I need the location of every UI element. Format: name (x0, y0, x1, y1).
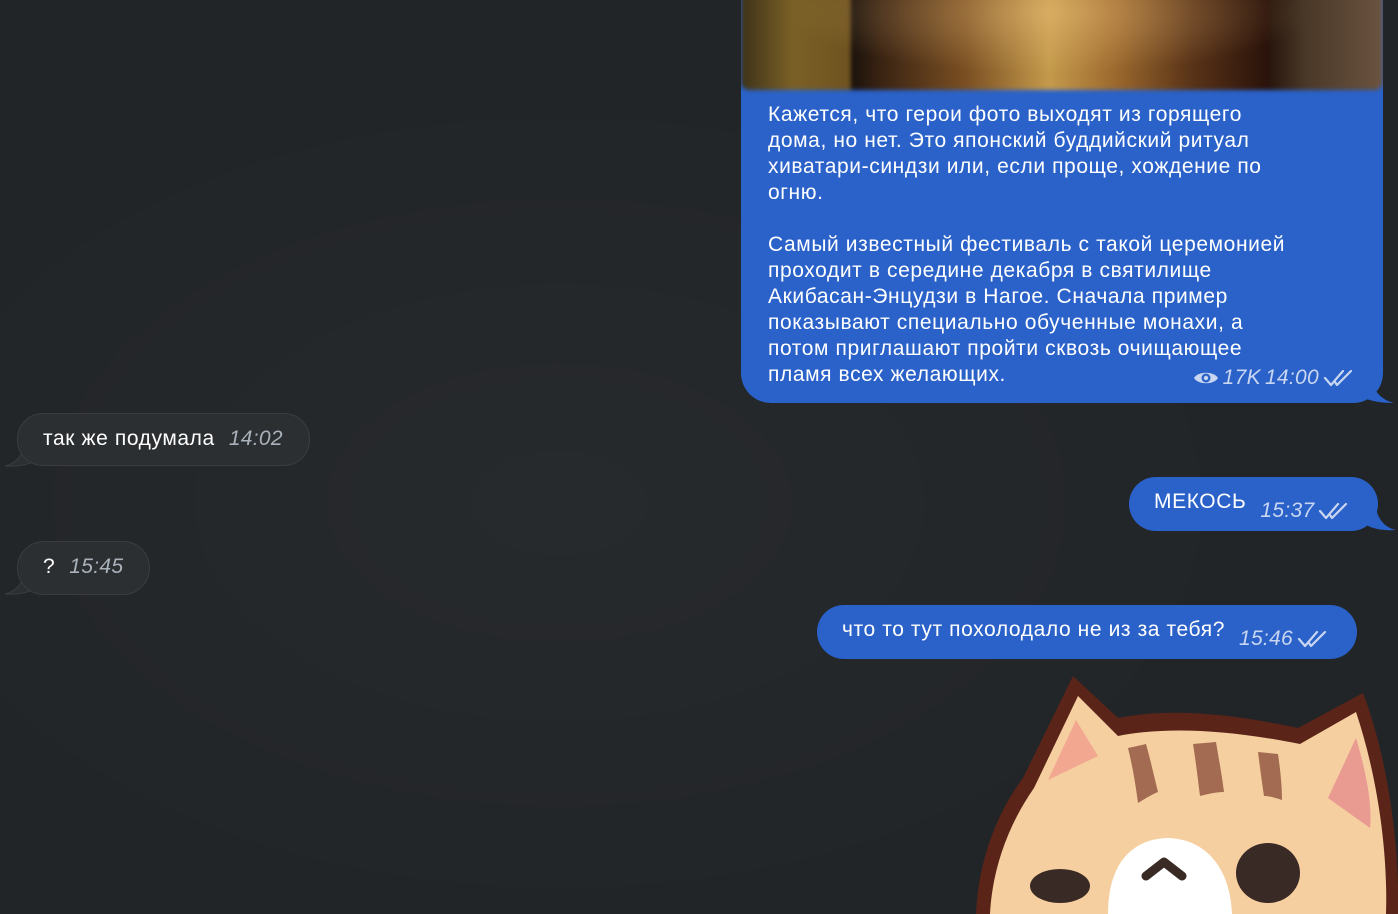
eye-icon (1193, 372, 1218, 384)
message-text: ? (43, 555, 56, 578)
message-outgoing[interactable]: что то тут похолодало не из за тебя? 15:… (817, 605, 1358, 659)
message-meta: 15:46 (1239, 619, 1329, 659)
cat-sticker[interactable] (968, 668, 1398, 914)
message-time: 15:45 (69, 555, 124, 578)
channel-post-bubble[interactable]: Кажется, что герои фото выходят из горящ… (741, 0, 1383, 403)
double-check-icon (1323, 369, 1353, 387)
post-views: 17K (1222, 366, 1261, 389)
message-outgoing[interactable]: МЕКОСЬ 15:37 (1129, 477, 1379, 531)
message-time: 15:46 (1238, 627, 1294, 650)
post-text: Кажется, что герои фото выходят из горящ… (768, 103, 1286, 386)
chat-area[interactable]: Кажется, что герои фото выходят из горящ… (0, 0, 1398, 914)
message-incoming[interactable]: ? 15:45 (17, 541, 151, 595)
message-text: что то тут похолодало не из за тебя? (842, 618, 1225, 641)
post-meta: 17K 14:00 (1193, 365, 1355, 391)
message-text: МЕКОСЬ (1154, 490, 1247, 513)
double-check-icon (1297, 630, 1327, 648)
message-incoming[interactable]: так же подумала 14:02 (17, 413, 310, 466)
message-time: 14:02 (228, 427, 283, 450)
message-meta: 15:37 (1260, 491, 1350, 531)
bubble-tail (1366, 508, 1396, 531)
post-time: 14:00 (1264, 366, 1319, 389)
message-time: 15:37 (1260, 499, 1315, 522)
message-text: так же подумала (43, 427, 215, 450)
double-check-icon (1319, 502, 1348, 520)
post-photo[interactable] (741, 0, 1383, 90)
bubble-tail (1362, 380, 1394, 403)
